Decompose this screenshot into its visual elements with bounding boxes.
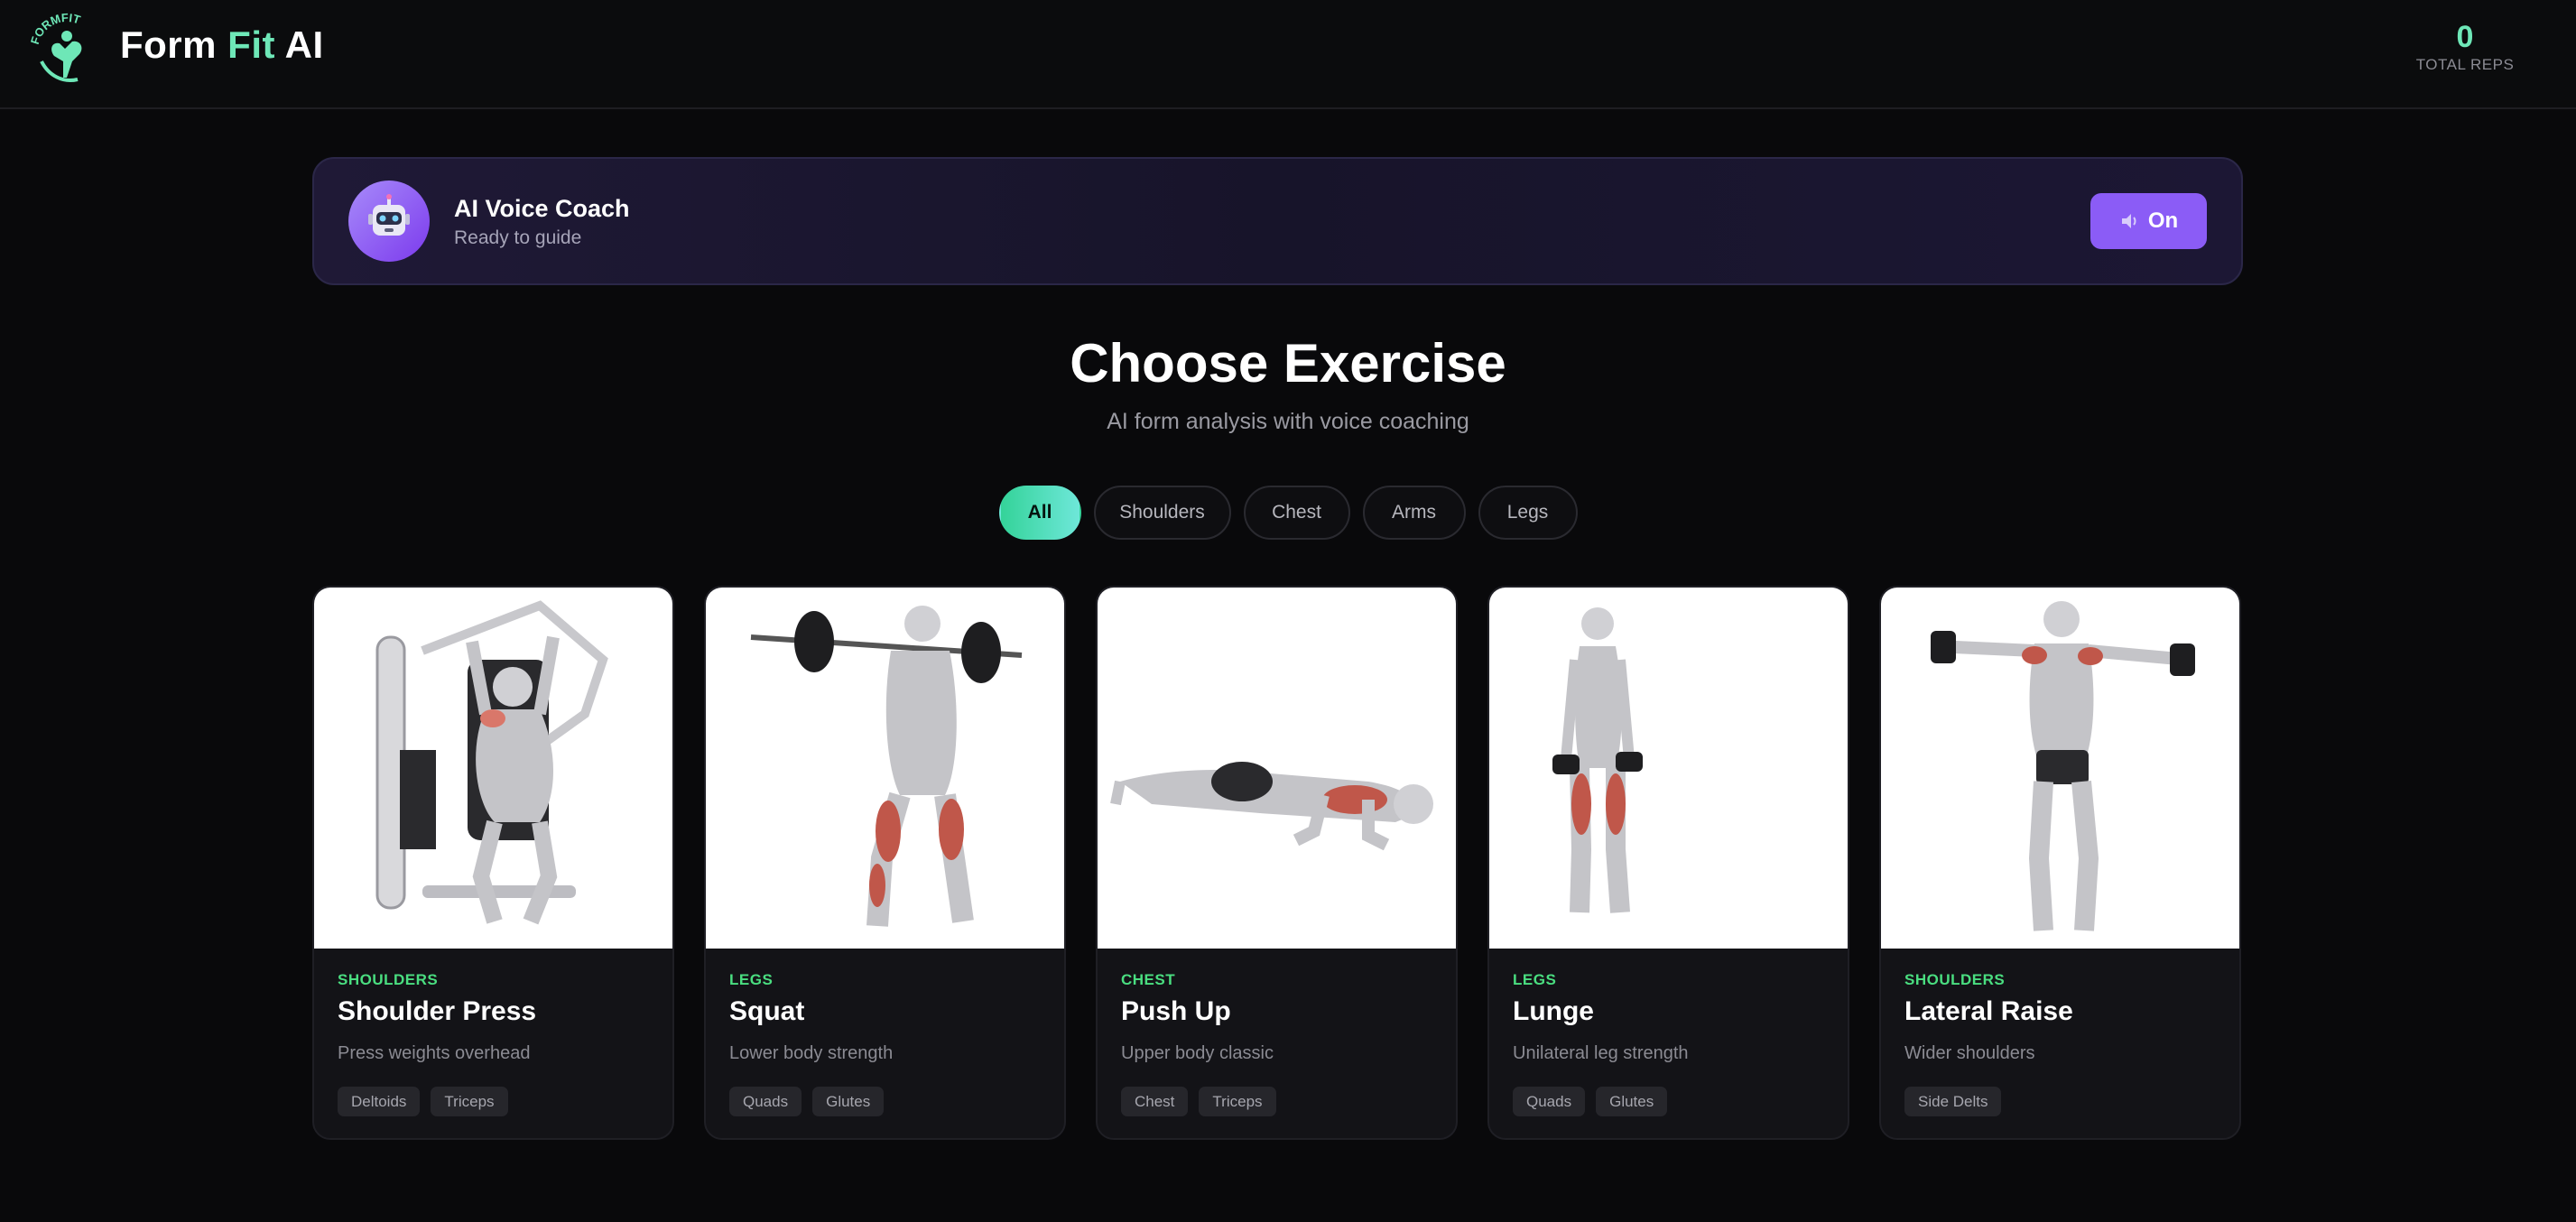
- filter-shoulders[interactable]: Shoulders: [1093, 486, 1231, 540]
- speaker-icon: [2121, 214, 2136, 228]
- svg-text:FORMFIT: FORMFIT: [28, 11, 82, 46]
- exercise-card-squat[interactable]: LEGS Squat Lower body strength Quads Glu…: [704, 586, 1066, 1140]
- total-reps-counter: 0 TOTAL REPS: [2406, 18, 2524, 74]
- muscle-tag: Triceps: [1199, 1087, 1276, 1116]
- exercise-description: Upper body classic: [1121, 1043, 1274, 1063]
- coach-status: Ready to guide: [454, 227, 582, 248]
- total-reps-label: TOTAL REPS: [2415, 56, 2515, 73]
- muscle-tag: Glutes: [812, 1087, 885, 1116]
- exercise-name: Shoulder Press: [338, 996, 537, 1026]
- category-filters: All Shoulders Chest Arms Legs: [0, 486, 2576, 540]
- exercise-card-push-up[interactable]: CHEST Push Up Upper body classic Chest T…: [1096, 586, 1458, 1140]
- exercise-name: Lateral Raise: [1904, 996, 2073, 1026]
- muscle-tag: Triceps: [431, 1087, 508, 1116]
- filter-chest[interactable]: Chest: [1243, 486, 1350, 540]
- exercise-image: [1098, 588, 1456, 949]
- exercise-image: [1881, 588, 2239, 949]
- muscle-tag: Quads: [1513, 1087, 1586, 1116]
- muscle-tags: Quads Glutes: [729, 1087, 885, 1116]
- muscle-tags: Quads Glutes: [1513, 1087, 1668, 1116]
- total-reps-value: 0: [2456, 20, 2474, 54]
- robot-icon: [348, 181, 430, 262]
- exercise-category: LEGS: [1513, 971, 1557, 988]
- muscle-tags: Deltoids Triceps: [338, 1087, 508, 1116]
- exercise-description: Unilateral leg strength: [1513, 1043, 1689, 1063]
- muscle-tags: Chest Triceps: [1121, 1087, 1276, 1116]
- exercise-card-lunge[interactable]: LEGS Lunge Unilateral leg strength Quads…: [1487, 586, 1849, 1140]
- coach-title: AI Voice Coach: [454, 195, 630, 222]
- voice-toggle-label: On: [2147, 208, 2179, 233]
- filter-arms[interactable]: Arms: [1362, 486, 1466, 540]
- brand-name: Form Fit AI: [120, 23, 324, 67]
- page-subtitle: AI form analysis with voice coaching: [1107, 409, 1469, 434]
- muscle-tag: Deltoids: [338, 1087, 421, 1116]
- muscle-tag: Side Delts: [1904, 1087, 2002, 1116]
- filter-all[interactable]: All: [998, 486, 1081, 540]
- muscle-tag: Glutes: [1596, 1087, 1668, 1116]
- page-title: Choose Exercise: [1070, 333, 1506, 393]
- exercise-name: Squat: [729, 996, 805, 1026]
- exercise-description: Press weights overhead: [338, 1043, 531, 1063]
- exercise-card-lateral-raise[interactable]: SHOULDERS Lateral Raise Wider shoulders …: [1879, 586, 2241, 1140]
- exercise-category: CHEST: [1121, 971, 1176, 988]
- exercise-card-shoulder-press[interactable]: SHOULDERS Shoulder Press Press weights o…: [312, 586, 674, 1140]
- filter-legs[interactable]: Legs: [1478, 486, 1578, 540]
- muscle-tags: Side Delts: [1904, 1087, 2002, 1116]
- exercise-image: [314, 588, 672, 949]
- exercise-category: SHOULDERS: [1904, 971, 2006, 988]
- exercise-image: [1489, 588, 1848, 949]
- exercise-name: Push Up: [1121, 996, 1231, 1026]
- top-header: FORMFIT Form Fit AI 0 TOTAL REPS: [0, 0, 2576, 109]
- brand-form: Form: [120, 23, 217, 66]
- brand-fit: Fit: [227, 23, 275, 66]
- brand-ai: AI: [284, 23, 324, 66]
- voice-coach-banner: AI Voice Coach Ready to guide On: [312, 157, 2243, 285]
- exercise-image: [706, 588, 1064, 949]
- muscle-tag: Quads: [729, 1087, 802, 1116]
- exercise-category: LEGS: [729, 971, 774, 988]
- logo-text: FORMFIT: [28, 11, 82, 46]
- exercise-description: Lower body strength: [729, 1043, 894, 1063]
- exercise-description: Wider shoulders: [1904, 1043, 2035, 1063]
- voice-toggle-button[interactable]: On: [2090, 193, 2207, 249]
- exercise-name: Lunge: [1513, 996, 1594, 1026]
- formfit-logo[interactable]: FORMFIT: [27, 9, 107, 88]
- exercise-category: SHOULDERS: [338, 971, 439, 988]
- muscle-tag: Chest: [1121, 1087, 1189, 1116]
